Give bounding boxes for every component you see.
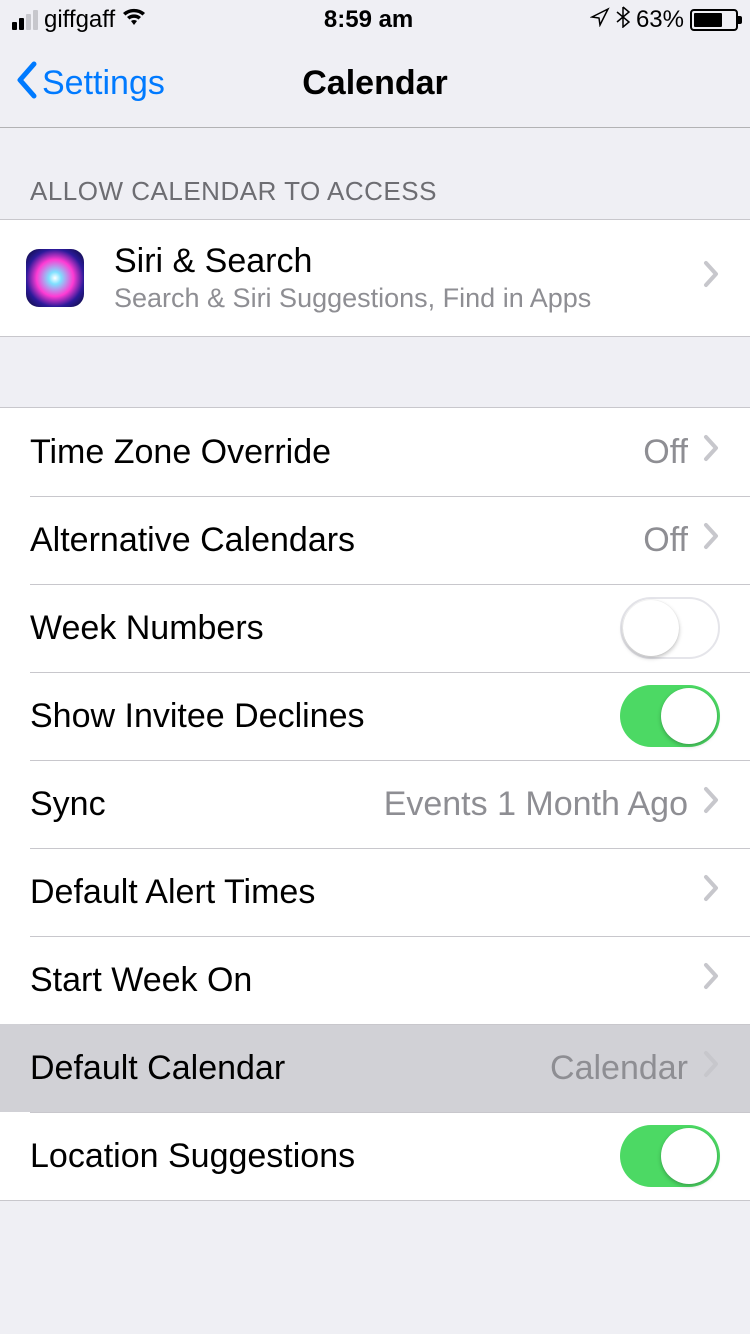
carrier-label: giffgaff: [44, 6, 115, 34]
row-alternative-calendars[interactable]: Alternative Calendars Off: [0, 496, 750, 584]
chevron-left-icon: [14, 60, 38, 108]
chevron-right-icon: [702, 433, 720, 472]
nav-bar: Settings Calendar: [0, 40, 750, 128]
row-label: Default Alert Times: [30, 873, 315, 912]
row-label: Week Numbers: [30, 609, 264, 648]
row-time-zone-override[interactable]: Time Zone Override Off: [0, 408, 750, 496]
row-label: Show Invitee Declines: [30, 697, 365, 736]
row-label: Default Calendar: [30, 1049, 285, 1088]
row-sync[interactable]: Sync Events 1 Month Ago: [0, 760, 750, 848]
signal-bars-icon: [12, 10, 38, 30]
section-header-access: ALLOW CALENDAR TO ACCESS: [0, 128, 750, 219]
toggle-location-suggestions[interactable]: [620, 1125, 720, 1187]
siri-text: Siri & Search Search & Siri Suggestions,…: [114, 242, 591, 314]
chevron-right-icon: [702, 259, 720, 298]
siri-icon: [26, 249, 84, 307]
group-siri: Siri & Search Search & Siri Suggestions,…: [0, 219, 750, 337]
row-default-alert-times[interactable]: Default Alert Times: [0, 848, 750, 936]
battery-percentage: 63%: [636, 6, 684, 34]
row-week-numbers: Week Numbers: [0, 584, 750, 672]
wifi-icon: [121, 7, 147, 33]
row-start-week-on[interactable]: Start Week On: [0, 936, 750, 1024]
row-label: Alternative Calendars: [30, 521, 355, 560]
location-icon: [590, 7, 610, 33]
row-label: Sync: [30, 785, 106, 824]
bluetooth-icon: [616, 6, 630, 34]
row-value: Off: [643, 521, 688, 560]
row-label: Start Week On: [30, 961, 252, 1000]
chevron-right-icon: [702, 961, 720, 1000]
row-label: Time Zone Override: [30, 433, 331, 472]
row-default-calendar[interactable]: Default Calendar Calendar: [0, 1024, 750, 1112]
row-location-suggestions: Location Suggestions: [0, 1112, 750, 1200]
back-label: Settings: [42, 64, 165, 103]
toggle-week-numbers[interactable]: [620, 597, 720, 659]
chevron-right-icon: [702, 521, 720, 560]
row-value: Calendar: [550, 1049, 688, 1088]
back-button[interactable]: Settings: [0, 60, 165, 108]
siri-subtitle: Search & Siri Suggestions, Find in Apps: [114, 283, 591, 314]
row-value: Events 1 Month Ago: [384, 785, 688, 824]
status-bar: giffgaff 8:59 am 63%: [0, 0, 750, 40]
status-time: 8:59 am: [324, 6, 413, 34]
chevron-right-icon: [702, 785, 720, 824]
battery-icon: [690, 9, 738, 31]
chevron-right-icon: [702, 873, 720, 912]
chevron-right-icon: [702, 1049, 720, 1088]
row-siri-search[interactable]: Siri & Search Search & Siri Suggestions,…: [0, 220, 750, 336]
row-value: Off: [643, 433, 688, 472]
status-left: giffgaff: [12, 6, 147, 34]
siri-title: Siri & Search: [114, 242, 591, 281]
row-show-invitee-declines: Show Invitee Declines: [0, 672, 750, 760]
status-right: 63%: [590, 6, 738, 34]
row-label: Location Suggestions: [30, 1137, 355, 1176]
toggle-show-invitee-declines[interactable]: [620, 685, 720, 747]
group-settings: Time Zone Override Off Alternative Calen…: [0, 407, 750, 1201]
